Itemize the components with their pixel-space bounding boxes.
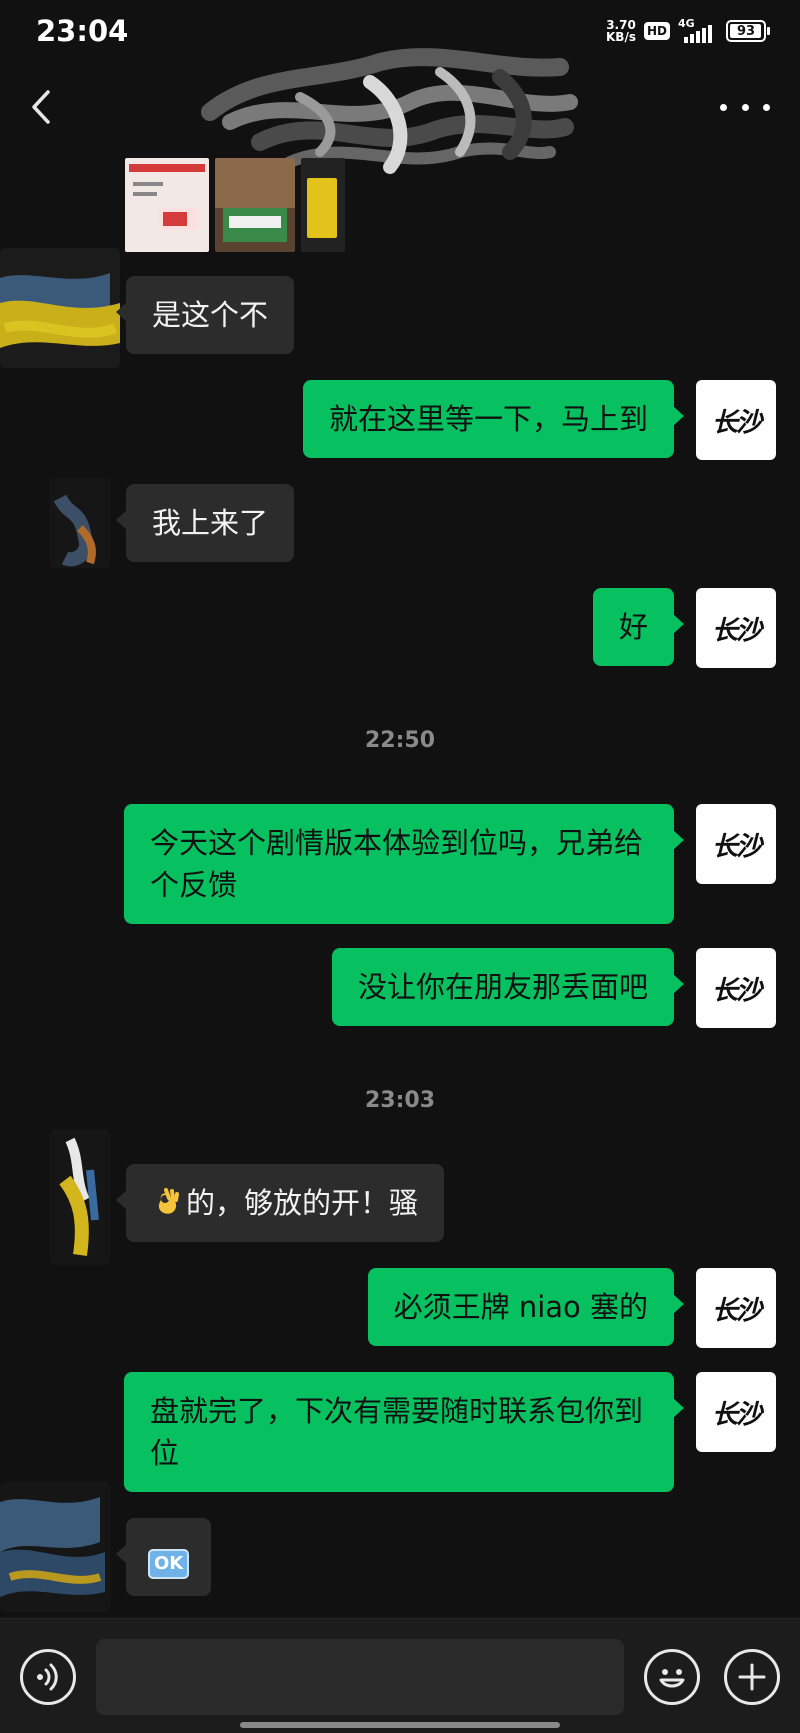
voice-icon xyxy=(37,1663,58,1691)
ok-button-emoji: OK xyxy=(148,1549,190,1579)
message-bubble-outgoing[interactable]: 今天这个剧情版本体验到位吗，兄弟给个反馈 xyxy=(124,804,684,924)
my-avatar[interactable]: 长沙 xyxy=(696,948,776,1028)
signal-icon: 4G xyxy=(678,17,718,43)
my-avatar-text: 长沙 xyxy=(711,615,762,646)
battery-icon: 93 xyxy=(726,20,770,42)
ellipsis-icon xyxy=(720,103,727,111)
message-text: 必须王牌 niao 塞的 xyxy=(393,1290,648,1324)
voice-button[interactable] xyxy=(20,1649,76,1705)
contact-avatar[interactable] xyxy=(0,248,120,368)
my-avatar-text: 长沙 xyxy=(711,831,762,862)
chevron-left-icon xyxy=(32,90,50,124)
shared-image-3[interactable] xyxy=(301,158,345,252)
network-speed: 3.70 KB/s xyxy=(606,19,636,43)
message-bubble-incoming[interactable]: OK xyxy=(115,1518,212,1596)
my-avatar[interactable]: 长沙 xyxy=(696,380,776,460)
contact-avatar[interactable] xyxy=(0,1482,110,1612)
message-bubble-outgoing[interactable]: 没让你在朋友那丢面吧 xyxy=(331,948,685,1026)
my-avatar[interactable]: 长沙 xyxy=(696,588,776,668)
more-functions-button[interactable] xyxy=(724,1649,780,1705)
message-bubble-outgoing[interactable]: 必须王牌 niao 塞的 xyxy=(367,1268,685,1346)
smiley-icon xyxy=(659,1669,685,1688)
my-avatar-text: 长沙 xyxy=(711,1295,762,1326)
my-avatar-text: 长沙 xyxy=(711,407,762,438)
message-bubble-incoming[interactable]: 是这个不 xyxy=(115,276,295,354)
avatar-image xyxy=(50,478,110,568)
message-text: 的，够放的开！骚 xyxy=(186,1186,419,1220)
message-input[interactable] xyxy=(96,1639,624,1715)
shared-images[interactable] xyxy=(125,158,345,252)
avatar-image xyxy=(0,248,120,368)
contact-avatar[interactable] xyxy=(50,1130,110,1265)
message-text: 没让你在朋友那丢面吧 xyxy=(357,970,648,1004)
hd-badge: HD xyxy=(643,22,670,40)
emoji-button[interactable] xyxy=(644,1649,700,1705)
message-text: 好 xyxy=(618,610,648,644)
home-indicator[interactable] xyxy=(240,1722,560,1728)
message-text: 盘就完了，下次有需要随时联系包你到位 xyxy=(150,1394,644,1470)
message-text: 是这个不 xyxy=(152,298,269,332)
plus-icon xyxy=(738,1663,766,1691)
message-bubble-incoming[interactable]: 的，够放的开！骚 xyxy=(115,1164,445,1242)
my-avatar[interactable]: 长沙 xyxy=(696,804,776,884)
message-bubble-outgoing[interactable]: 就在这里等一下，马上到 xyxy=(302,380,685,458)
shared-image-1[interactable] xyxy=(125,158,209,252)
avatar-image xyxy=(50,1130,110,1265)
status-icons: 3.70 KB/s HD 4G 93 xyxy=(606,16,770,46)
my-avatar-text: 长沙 xyxy=(711,975,762,1006)
message-bubble-outgoing[interactable]: 好 xyxy=(592,588,685,666)
message-input-bar xyxy=(0,1618,800,1733)
message-bubble-incoming[interactable]: 我上来了 xyxy=(115,484,295,562)
status-time: 23:04 xyxy=(36,14,129,48)
my-avatar[interactable]: 长沙 xyxy=(696,1268,776,1348)
network-speed-unit: KB/s xyxy=(606,30,636,44)
ok-hand-emoji xyxy=(158,1188,179,1214)
chat-timestamp: 22:50 xyxy=(364,728,436,753)
my-avatar-text: 长沙 xyxy=(711,1399,762,1430)
chat-header xyxy=(0,48,800,174)
battery-level: 93 xyxy=(736,23,756,39)
my-avatar[interactable]: 长沙 xyxy=(696,1372,776,1452)
chat-timestamp: 23:03 xyxy=(364,1088,436,1113)
message-bubble-outgoing[interactable]: 盘就完了，下次有需要随时联系包你到位 xyxy=(124,1372,684,1492)
back-button[interactable] xyxy=(24,84,64,130)
contact-avatar[interactable] xyxy=(50,478,110,568)
message-text: 今天这个剧情版本体验到位吗，兄弟给个反馈 xyxy=(150,826,644,902)
avatar-image xyxy=(0,1482,110,1612)
shared-image-2[interactable] xyxy=(215,158,295,252)
message-text: 我上来了 xyxy=(152,506,269,540)
message-text: 就在这里等一下，马上到 xyxy=(328,402,648,436)
more-options-button[interactable] xyxy=(720,92,770,122)
